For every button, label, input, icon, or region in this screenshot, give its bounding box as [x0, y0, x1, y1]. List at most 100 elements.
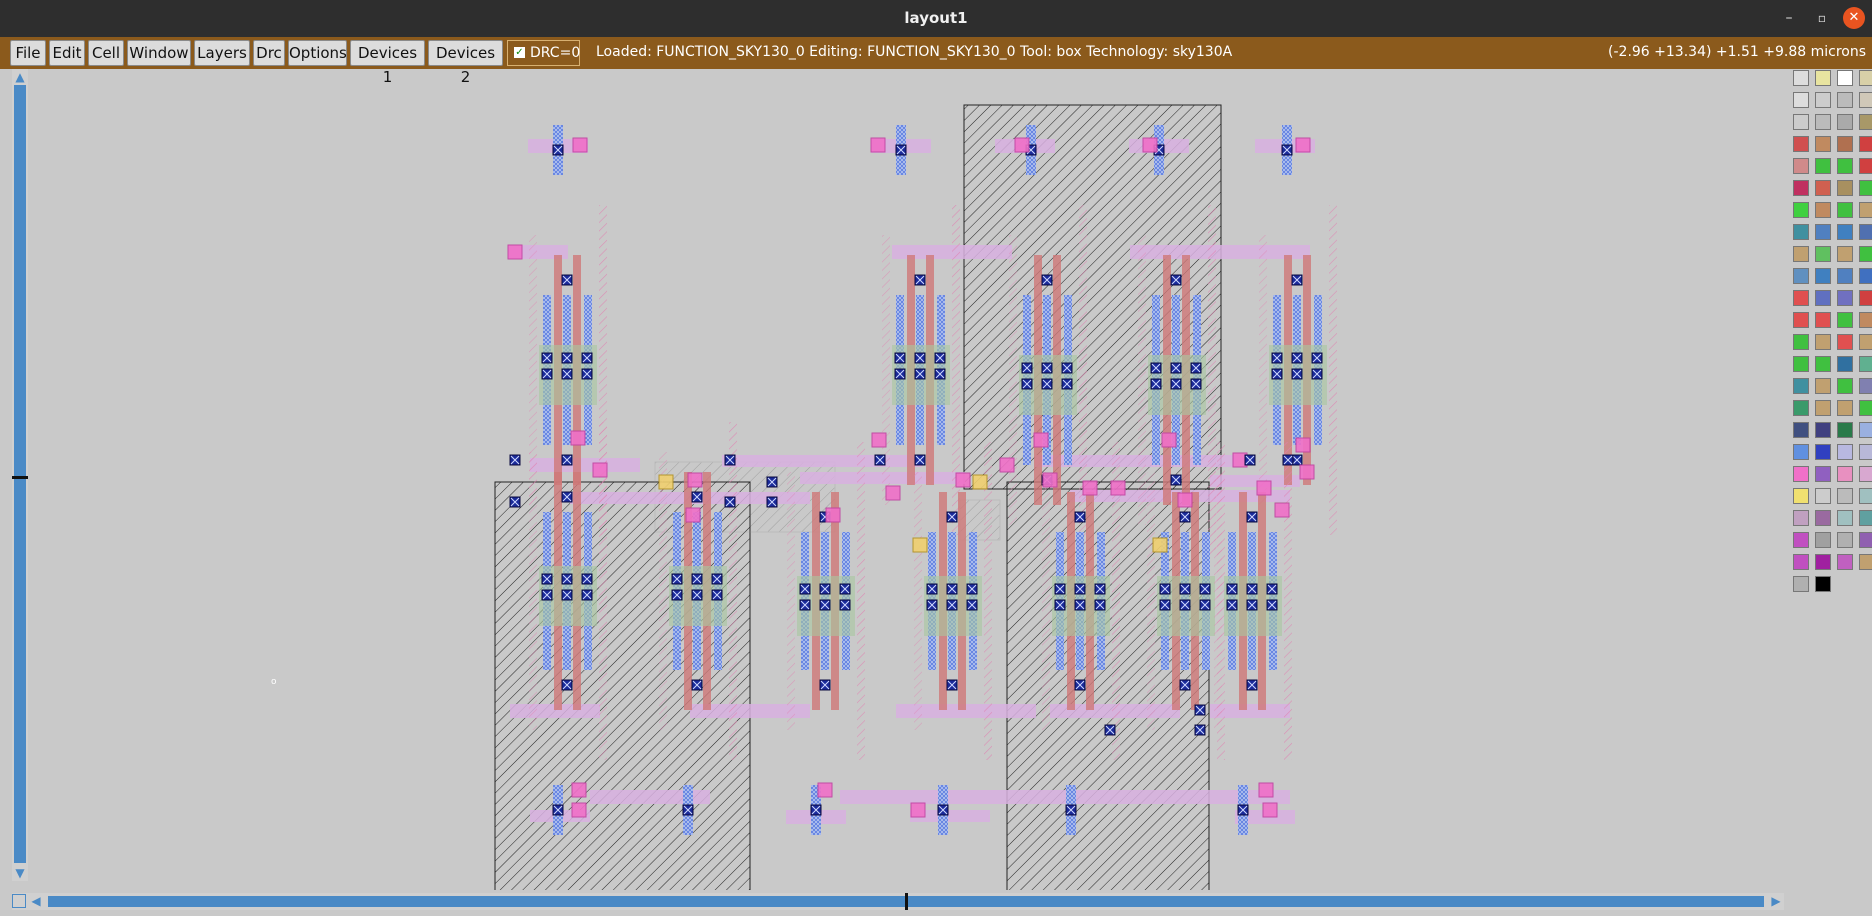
menu-devices-2[interactable]: Devices 2: [428, 40, 503, 86]
layer-swatch-icon[interactable]: [1837, 334, 1853, 350]
layer-swatch-icon[interactable]: [1837, 356, 1853, 372]
layout-canvas[interactable]: o: [30, 70, 1782, 890]
layer-swatch-icon[interactable]: [1815, 466, 1831, 482]
layer-swatch-icon[interactable]: [1815, 224, 1831, 240]
layer-swatch-icon[interactable]: [1859, 400, 1872, 416]
layer-swatch-icon[interactable]: [1793, 510, 1809, 526]
vertical-scroll-thumb[interactable]: [12, 476, 28, 479]
layer-swatch-icon[interactable]: [1793, 158, 1809, 174]
layer-swatch-icon[interactable]: [1859, 114, 1872, 130]
layout-drawing[interactable]: o: [30, 70, 1782, 890]
layer-swatch-icon[interactable]: [1837, 554, 1853, 570]
layer-swatch-icon[interactable]: [1793, 224, 1809, 240]
scroll-right-icon[interactable]: ▶: [1768, 893, 1784, 909]
layer-swatch-icon[interactable]: [1815, 510, 1831, 526]
layer-swatch-icon[interactable]: [1859, 70, 1872, 86]
drc-checkbox-icon[interactable]: ✓: [514, 47, 525, 58]
layer-swatch-icon[interactable]: [1837, 136, 1853, 152]
vertical-scrollbar[interactable]: ▲ ▼: [12, 69, 28, 881]
horizontal-scrollbar[interactable]: ◀ ▶: [12, 893, 1784, 910]
layer-swatch-icon[interactable]: [1815, 488, 1831, 504]
layer-swatch-icon[interactable]: [1859, 312, 1872, 328]
layer-swatch-icon[interactable]: [1837, 202, 1853, 218]
menu-file[interactable]: File: [10, 40, 46, 66]
layer-swatch-icon[interactable]: [1815, 136, 1831, 152]
vertical-scroll-track[interactable]: [14, 85, 26, 863]
layer-swatch-icon[interactable]: [1859, 268, 1872, 284]
layer-swatch-icon[interactable]: [1793, 246, 1809, 262]
layer-swatch-icon[interactable]: [1837, 268, 1853, 284]
layer-swatch-icon[interactable]: [1859, 466, 1872, 482]
layer-swatch-icon[interactable]: [1837, 532, 1853, 548]
layer-swatch-icon[interactable]: [1837, 70, 1853, 86]
grid-icon[interactable]: [1793, 70, 1809, 86]
maximize-button[interactable]: ▫: [1812, 8, 1832, 28]
layer-swatch-icon[interactable]: [1859, 532, 1872, 548]
layer-swatch-icon[interactable]: [1859, 378, 1872, 394]
layer-swatch-icon[interactable]: [1815, 268, 1831, 284]
layer-swatch-icon[interactable]: [1859, 246, 1872, 262]
layer-swatch-icon[interactable]: [1859, 510, 1872, 526]
layer-swatch-icon[interactable]: [1793, 532, 1809, 548]
layer-swatch-icon[interactable]: [1859, 554, 1872, 570]
layer-swatch-icon[interactable]: [1815, 444, 1831, 460]
layer-swatch-icon[interactable]: [1815, 554, 1831, 570]
layer-swatch-icon[interactable]: [1793, 576, 1809, 592]
zoom-box-icon[interactable]: [12, 894, 26, 908]
scroll-left-icon[interactable]: ◀: [28, 893, 44, 909]
layer-swatch-icon[interactable]: [1793, 554, 1809, 570]
layer-swatch-icon[interactable]: [1815, 202, 1831, 218]
layer-swatch-icon[interactable]: [1815, 422, 1831, 438]
layer-swatch-icon[interactable]: [1815, 532, 1831, 548]
layer-palette[interactable]: [1784, 69, 1872, 909]
layer-swatch-icon[interactable]: [1859, 488, 1872, 504]
layer-swatch-icon[interactable]: [1837, 114, 1853, 130]
close-button[interactable]: ✕: [1843, 7, 1865, 29]
layer-swatch-icon[interactable]: [1859, 356, 1872, 372]
menu-layers[interactable]: Layers: [194, 40, 250, 66]
layer-swatch-icon[interactable]: [1793, 356, 1809, 372]
layer-swatch-icon[interactable]: [1815, 400, 1831, 416]
layer-swatch-icon[interactable]: [1837, 92, 1853, 108]
layer-swatch-icon[interactable]: [1837, 510, 1853, 526]
menu-cell[interactable]: Cell: [88, 40, 124, 66]
layer-swatch-icon[interactable]: [1837, 444, 1853, 460]
layer-swatch-icon[interactable]: [1859, 136, 1872, 152]
layer-swatch-icon[interactable]: [1859, 92, 1872, 108]
layer-swatch-icon[interactable]: [1859, 290, 1872, 306]
layer-swatch-icon[interactable]: [1837, 158, 1853, 174]
menu-options[interactable]: Options: [288, 40, 347, 66]
layer-swatch-icon[interactable]: [1815, 246, 1831, 262]
scroll-down-icon[interactable]: ▼: [12, 865, 28, 881]
layer-swatch-icon[interactable]: [1793, 488, 1809, 504]
layer-swatch-icon[interactable]: [1793, 180, 1809, 196]
layer-swatch-icon[interactable]: [1815, 290, 1831, 306]
layer-swatch-icon[interactable]: [1793, 290, 1809, 306]
layer-swatch-icon[interactable]: [1793, 378, 1809, 394]
layer-swatch-icon[interactable]: [1859, 334, 1872, 350]
layer-swatch-icon[interactable]: [1793, 136, 1809, 152]
layer-swatch-icon[interactable]: [1815, 92, 1831, 108]
minimize-button[interactable]: –: [1779, 8, 1799, 28]
layer-swatch-icon[interactable]: [1837, 246, 1853, 262]
layer-swatch-icon[interactable]: [1837, 466, 1853, 482]
layer-swatch-icon[interactable]: [1815, 158, 1831, 174]
layer-swatch-icon[interactable]: [1815, 378, 1831, 394]
layer-swatch-icon[interactable]: [1815, 180, 1831, 196]
layer-swatch-icon[interactable]: [1837, 180, 1853, 196]
menu-edit[interactable]: Edit: [49, 40, 85, 66]
layer-swatch-icon[interactable]: [1793, 334, 1809, 350]
layer-swatch-icon[interactable]: [1837, 224, 1853, 240]
layer-swatch-icon[interactable]: [1837, 378, 1853, 394]
layer-swatch-icon[interactable]: [1793, 422, 1809, 438]
layer-swatch-icon[interactable]: [1815, 70, 1831, 86]
layer-swatch-icon[interactable]: [1815, 114, 1831, 130]
layer-swatch-icon[interactable]: [1837, 400, 1853, 416]
scroll-up-icon[interactable]: ▲: [12, 69, 28, 85]
layer-swatch-icon[interactable]: [1837, 422, 1853, 438]
layer-swatch-icon[interactable]: [1859, 422, 1872, 438]
layer-swatch-icon[interactable]: [1815, 576, 1831, 592]
layer-swatch-icon[interactable]: [1815, 334, 1831, 350]
layer-swatch-icon[interactable]: [1859, 180, 1872, 196]
layer-swatch-icon[interactable]: [1837, 290, 1853, 306]
